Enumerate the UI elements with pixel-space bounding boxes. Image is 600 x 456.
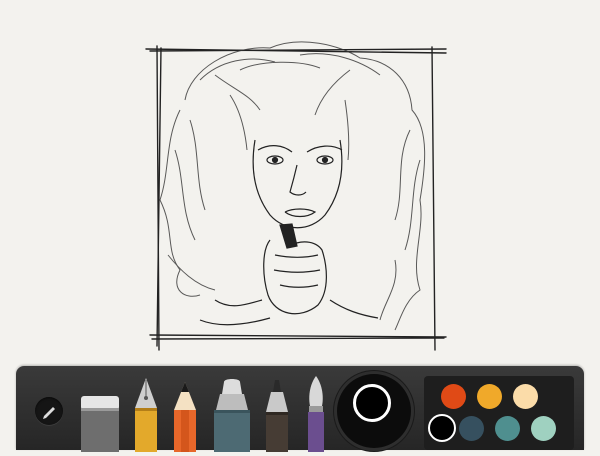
swatch-mint[interactable]: [531, 416, 556, 441]
color-picker-button[interactable]: [337, 374, 411, 448]
marker-icon: [214, 379, 250, 452]
fountain-pen-tool[interactable]: [131, 376, 161, 456]
pen-icon: [43, 407, 55, 419]
drawing-canvas[interactable]: [0, 0, 600, 366]
brush-icon: [308, 376, 324, 452]
pencil-icon: [174, 382, 196, 452]
tool-menu-button[interactable]: [35, 397, 63, 425]
sketch-frame: [145, 45, 447, 351]
eraser-tool[interactable]: [78, 392, 122, 456]
marker-tool[interactable]: [210, 376, 254, 456]
swatch-black-selected[interactable]: [428, 414, 456, 442]
current-color-swatch: [353, 384, 391, 422]
swatch-gold[interactable]: [477, 384, 502, 409]
eraser-icon: [81, 396, 119, 452]
swatch-cream[interactable]: [513, 384, 538, 409]
outliner-tool[interactable]: [262, 378, 292, 456]
sketch-face: [252, 139, 343, 229]
outliner-icon: [266, 380, 288, 452]
swatch-teal[interactable]: [495, 416, 520, 441]
tool-palette: [16, 366, 584, 452]
brush-tool[interactable]: [302, 374, 330, 456]
pencil-tool[interactable]: [170, 380, 200, 456]
portrait-sketch: [145, 41, 447, 351]
fountain-pen-icon: [135, 378, 157, 452]
sketch-hand: [199, 223, 379, 326]
swatch-orange[interactable]: [441, 384, 466, 409]
swatch-slate[interactable]: [459, 416, 484, 441]
color-palette: [424, 376, 574, 450]
